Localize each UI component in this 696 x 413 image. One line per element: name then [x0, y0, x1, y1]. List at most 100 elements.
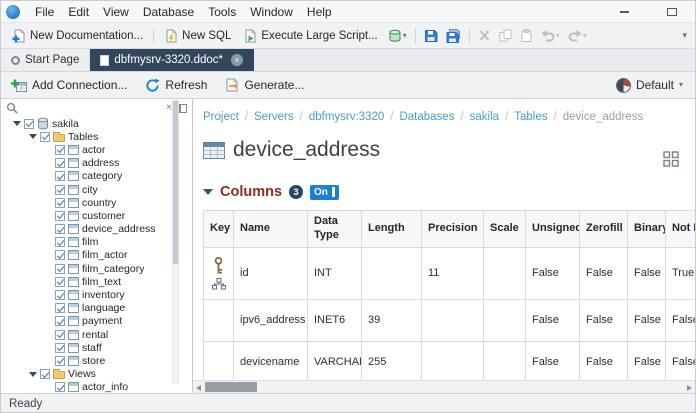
breadcrumb-project[interactable]: Project [203, 111, 239, 123]
maximize-button[interactable] [665, 5, 679, 19]
tree-item-category[interactable]: category [1, 170, 192, 183]
tab-document[interactable]: dbfmysrv-3320.ddoc* × [90, 49, 255, 71]
tree-item-film-category[interactable]: film_category [1, 262, 192, 275]
checkbox-icon[interactable] [55, 329, 65, 340]
skin-selector[interactable]: Default ▾ [615, 77, 689, 93]
new-sql-button[interactable]: New SQL [159, 27, 236, 45]
tree-item-views[interactable]: Views [1, 368, 192, 381]
menu-file[interactable]: File [28, 5, 61, 19]
menu-tools[interactable]: Tools [201, 5, 243, 19]
tree-item-language[interactable]: language [1, 302, 192, 315]
tree-item-film-text[interactable]: film_text [1, 275, 192, 288]
generate-button[interactable]: Generate... [221, 76, 308, 94]
checkbox-icon[interactable] [55, 158, 65, 169]
menu-help[interactable]: Help [300, 5, 339, 19]
tree-item-rental[interactable]: rental [1, 328, 192, 341]
breadcrumb-server[interactable]: dbfmysrv:3320 [309, 111, 384, 123]
checkbox-icon[interactable] [55, 250, 65, 261]
scroll-left-icon[interactable] [196, 384, 201, 391]
toolbar-overflow-button[interactable]: ▾ [682, 30, 689, 41]
tree-item-inventory[interactable]: inventory [1, 288, 192, 301]
checkbox-icon[interactable] [55, 171, 65, 182]
menu-edit[interactable]: Edit [61, 5, 96, 19]
checkbox-icon[interactable] [55, 210, 65, 221]
checkbox-icon[interactable] [55, 303, 65, 314]
tree-item-tables[interactable]: Tables [1, 130, 192, 143]
checkbox-icon[interactable] [55, 184, 65, 195]
tree-item-film-actor[interactable]: film_actor [1, 249, 192, 262]
checkbox-icon[interactable] [55, 197, 65, 208]
copy-button[interactable] [496, 27, 515, 44]
checkbox-icon[interactable] [55, 237, 65, 248]
tree-item-customer[interactable]: customer [1, 209, 192, 222]
redo-button[interactable]: ▾ [565, 27, 590, 44]
scroll-right-icon[interactable] [687, 384, 692, 391]
checkbox-icon[interactable] [24, 118, 34, 129]
table-row-ipv6-address[interactable]: ipv6_address INET6 39 False False False … [203, 298, 695, 342]
folder-icon [53, 131, 65, 142]
breadcrumb-database[interactable]: sakila [470, 111, 499, 123]
view-layout-button[interactable] [659, 147, 683, 171]
checkbox-icon[interactable] [55, 263, 65, 274]
tree-item-store[interactable]: store [1, 354, 192, 367]
scrollbar-thumb[interactable] [205, 382, 257, 392]
cut-button[interactable] [475, 27, 494, 44]
chevron-down-icon[interactable] [29, 371, 37, 377]
database-sync-button[interactable]: ▾ [385, 27, 410, 45]
search-icon[interactable] [6, 102, 18, 114]
breadcrumb-tables[interactable]: Tables [514, 111, 547, 123]
refresh-button[interactable]: Refresh [141, 76, 211, 95]
execute-large-script-button[interactable]: Execute Large Script... [238, 27, 382, 45]
tree-item-staff[interactable]: staff [1, 341, 192, 354]
cell-zerofill: False [579, 298, 628, 342]
document-toolbar: Add Connection... Refresh Generate... De… [1, 72, 695, 99]
tab-start-page[interactable]: Start Page [1, 49, 91, 71]
chevron-down-icon[interactable] [13, 121, 21, 127]
checkbox-icon[interactable] [55, 382, 65, 393]
tree-item-label: sakila [52, 117, 79, 130]
tree-item-film[interactable]: film [1, 236, 192, 249]
undo-button[interactable]: ▾ [538, 27, 563, 44]
menu-window[interactable]: Window [243, 5, 300, 19]
tree-item-city[interactable]: city [1, 183, 192, 196]
columns-table: Key Name Data Type Length Precision Scal… [203, 210, 695, 384]
checkbox-icon[interactable] [40, 131, 50, 142]
tree-item-payment[interactable]: payment [1, 315, 192, 328]
checkbox-icon[interactable] [55, 276, 65, 287]
checkbox-icon[interactable] [40, 369, 50, 380]
menu-database[interactable]: Database [136, 5, 201, 19]
tree-item-actor-info[interactable]: actor_info [1, 381, 192, 393]
tree-item-address[interactable]: address [1, 157, 192, 170]
tree-scrollbar[interactable] [172, 100, 179, 383]
checkbox-icon[interactable] [55, 355, 65, 366]
checkbox-icon[interactable] [55, 224, 65, 235]
column-header-not-null: Not Null [665, 210, 695, 248]
checkbox-icon[interactable] [55, 144, 65, 155]
minimize-button[interactable] [617, 5, 631, 19]
tree-item-actor[interactable]: actor [1, 143, 192, 156]
add-connection-button[interactable]: Add Connection... [7, 76, 131, 95]
close-icon[interactable]: × [231, 54, 244, 66]
column-header-zerofill: Zerofill [579, 210, 628, 248]
tree-item-sakila[interactable]: sakila [1, 117, 192, 130]
table-row-devicename[interactable]: devicename VARCHAR 255 False False False… [203, 340, 695, 384]
column-header-unsigned: Unsigned [525, 210, 580, 248]
breadcrumb-servers[interactable]: Servers [254, 111, 294, 123]
tree-item-device-address[interactable]: device_address [1, 223, 192, 236]
table-row-id[interactable]: id INT 11 False False False True [203, 246, 695, 300]
chevron-down-icon[interactable] [29, 134, 37, 140]
new-documentation-button[interactable]: New Documentation... [7, 27, 148, 45]
tree-item-country[interactable]: country [1, 196, 192, 209]
menu-view[interactable]: View [96, 5, 136, 19]
paste-button[interactable] [517, 27, 536, 44]
save-button[interactable] [421, 27, 441, 45]
horizontal-scrollbar[interactable] [193, 380, 695, 393]
section-toggle[interactable]: On [310, 184, 339, 200]
checkbox-icon[interactable] [55, 290, 65, 301]
save-all-button[interactable] [443, 27, 464, 45]
checkbox-icon[interactable] [55, 342, 65, 353]
checkbox-icon[interactable] [55, 316, 65, 327]
breadcrumb-databases[interactable]: Databases [399, 111, 454, 123]
scrollbar-thumb[interactable] [173, 101, 178, 264]
collapse-icon[interactable] [203, 189, 213, 195]
